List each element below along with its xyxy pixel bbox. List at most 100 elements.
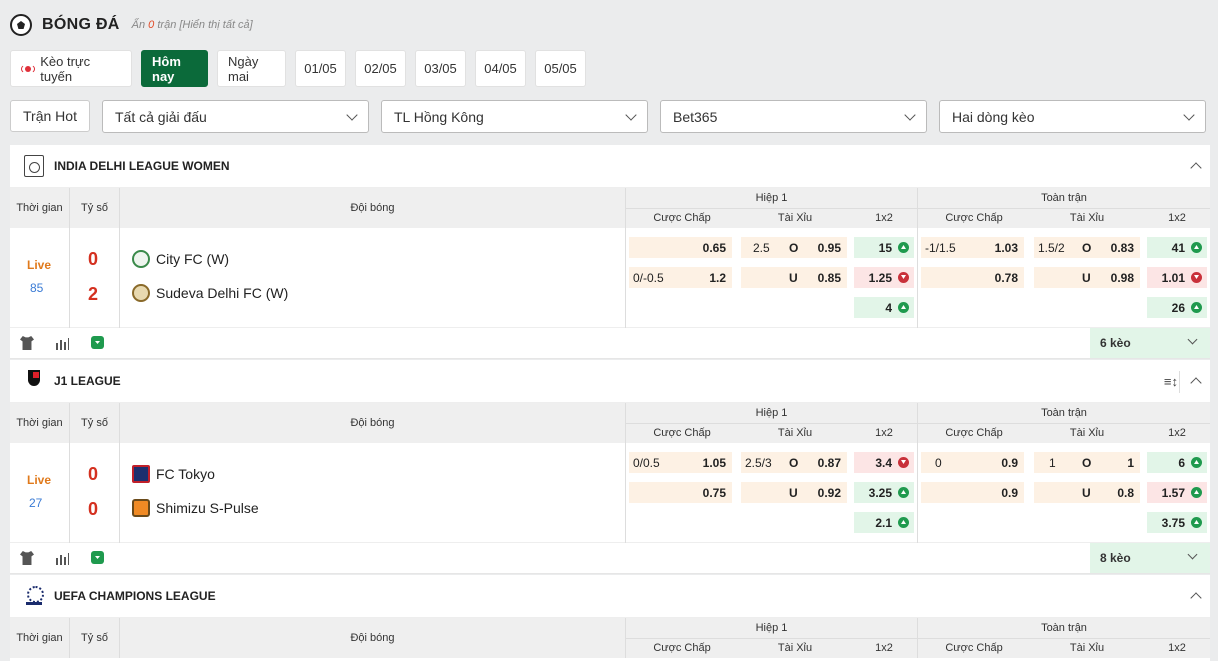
odds-value: 0.95	[817, 240, 841, 255]
expand-box-icon[interactable]	[91, 336, 104, 349]
tab-date-0405[interactable]: 04/05	[475, 50, 526, 87]
odds-cell[interactable]: 1 O 1	[1034, 452, 1140, 473]
odds-cell[interactable]: 2.1	[854, 512, 914, 533]
collapse-icon[interactable]	[1190, 162, 1202, 174]
hidden-prefix: Ẩn	[131, 19, 149, 31]
tab-tomorrow[interactable]: Ngày mai	[217, 50, 286, 87]
collapse-icon[interactable]	[1190, 377, 1202, 389]
match-row[interactable]: Live 27 0 0 FC Tokyo Shimizu S-Pulse 0/0…	[10, 443, 1210, 543]
col-1x2: 1x2	[1168, 212, 1186, 224]
odds-cell[interactable]: 41	[1147, 237, 1207, 258]
odds-cell[interactable]: -1/1.5 1.03	[921, 237, 1024, 258]
odds-cell[interactable]: 15	[854, 237, 914, 258]
col-score: Tỷ số	[81, 417, 108, 429]
tab-date-0505[interactable]: 05/05	[535, 50, 586, 87]
away-team[interactable]: Sudeva Delhi FC (W)	[132, 284, 288, 302]
bookmaker-select[interactable]: Bet365	[660, 100, 927, 133]
league-name: UEFA CHAMPIONS LEAGUE	[54, 589, 216, 603]
odds-cell[interactable]: 1.57	[1147, 482, 1207, 503]
odds-cell[interactable]: 2.5/3 O 0.87	[741, 452, 847, 473]
collapse-icon[interactable]	[1190, 592, 1202, 604]
lines-select[interactable]: Hai dòng kèo	[939, 100, 1206, 133]
more-odds-button[interactable]: 8 kèo	[1090, 543, 1210, 573]
col-half: Hiệp 1	[755, 407, 788, 419]
odds-cell[interactable]: 6	[1147, 452, 1207, 473]
odds-side: O	[1082, 240, 1092, 255]
filter-bar: Trận Hot Tất cả giải đấu TL Hồng Kông Be…	[10, 100, 1206, 133]
more-odds-label: 6 kèo	[1100, 336, 1131, 350]
away-team[interactable]: Shimizu S-Pulse	[132, 499, 259, 517]
league-header[interactable]: UEFA CHAMPIONS LEAGUE	[10, 575, 1210, 618]
chevron-down-icon	[346, 108, 358, 121]
home-team[interactable]: FC Tokyo	[132, 465, 215, 483]
tab-date-0305[interactable]: 03/05	[415, 50, 466, 87]
league-header[interactable]: J1 LEAGUE ≡↕	[10, 360, 1210, 403]
odds-cell[interactable]: 3.75	[1147, 512, 1207, 533]
odds-cell[interactable]: 26	[1147, 297, 1207, 318]
tab-label: 03/05	[424, 61, 457, 76]
odds-cell[interactable]: 3.4	[854, 452, 914, 473]
date-tabs: Kèo trực tuyến Hôm nay Ngày mai 01/05 02…	[10, 50, 586, 87]
more-odds-button[interactable]: 6 kèo	[1090, 328, 1210, 358]
select-value: TL Hồng Kông	[394, 108, 484, 125]
stats-chart-icon[interactable]	[55, 336, 69, 350]
col-1x2: 1x2	[875, 212, 893, 224]
odds-cell[interactable]: 0.78	[921, 267, 1024, 288]
team-logo-icon	[132, 284, 150, 302]
odds-line: -1/1.5	[925, 240, 956, 255]
odds-cell[interactable]: 0/-0.5 1.2	[629, 267, 732, 288]
col-time: Thời gian	[16, 632, 63, 644]
tab-date-0205[interactable]: 02/05	[355, 50, 406, 87]
match-minute: 27	[29, 496, 43, 510]
league-select[interactable]: Tất cả giải đấu	[102, 100, 369, 133]
odds-cell[interactable]: 4	[854, 297, 914, 318]
odds-cell[interactable]: U 0.92	[741, 482, 847, 503]
col-ou: Tài Xỉu	[1069, 427, 1105, 439]
odds-cell[interactable]: 0 0.9	[921, 452, 1024, 473]
team-logo-icon	[132, 499, 150, 517]
odds-line: 2.5/3	[745, 455, 772, 470]
odds-cell[interactable]: U 0.85	[741, 267, 847, 288]
odds-cell[interactable]: 0.9	[921, 482, 1024, 503]
divider	[1179, 371, 1180, 393]
divider	[119, 403, 120, 443]
odds-cell[interactable]: U 0.8	[1034, 482, 1140, 503]
odds-cell[interactable]: 1.01	[1147, 267, 1207, 288]
league-logo-icon	[24, 585, 44, 607]
divider	[69, 228, 70, 328]
col-1x2: 1x2	[875, 427, 893, 439]
odds-side: O	[789, 240, 799, 255]
odds-value: 0.78	[994, 270, 1018, 285]
expand-box-icon[interactable]	[91, 551, 104, 564]
odds-cell[interactable]: 0.75	[629, 482, 732, 503]
column-header: Thời gian Tỷ số Đội bóng Hiệp 1 Toàn trậ…	[10, 403, 1210, 443]
home-team[interactable]: City FC (W)	[132, 250, 229, 268]
col-handicap: Cược Chấp	[945, 212, 1003, 224]
odds-cell[interactable]: 1.25	[854, 267, 914, 288]
match-row[interactable]: Live 85 0 2 City FC (W) Sudeva Delhi FC …	[10, 228, 1210, 328]
arrow-up-icon	[898, 517, 909, 528]
odds-cell[interactable]: 0.65	[629, 237, 732, 258]
hidden-matches-link[interactable]: Ẩn 0 trận [Hiển thị tất cả]	[132, 19, 253, 31]
hot-matches-button[interactable]: Trận Hot	[10, 100, 90, 132]
sort-icon[interactable]: ≡↕	[1164, 374, 1178, 389]
odds-cell[interactable]: 2.5 O 0.95	[741, 237, 847, 258]
column-header: Thời gian Tỷ số Đội bóng Hiệp 1 Toàn trậ…	[10, 618, 1210, 658]
league-header[interactable]: INDIA DELHI LEAGUE WOMEN	[10, 145, 1210, 188]
lineup-shirt-icon[interactable]	[20, 551, 34, 565]
tab-live-odds[interactable]: Kèo trực tuyến	[10, 50, 132, 87]
odds-type-select[interactable]: TL Hồng Kông	[381, 100, 648, 133]
odds-cell[interactable]: 0/0.5 1.05	[629, 452, 732, 473]
stats-chart-icon[interactable]	[55, 551, 69, 565]
league-section: J1 LEAGUE ≡↕ Thời gian Tỷ số Đội bóng Hi…	[10, 360, 1210, 574]
page-header: BÓNG ĐÁ Ẩn 0 trận [Hiển thị tất cả]	[10, 12, 253, 38]
team-name: FC Tokyo	[156, 466, 215, 482]
odds-side: O	[789, 455, 799, 470]
odds-cell[interactable]: U 0.98	[1034, 267, 1140, 288]
tab-date-0105[interactable]: 01/05	[295, 50, 346, 87]
odds-side: U	[789, 270, 798, 285]
lineup-shirt-icon[interactable]	[20, 336, 34, 350]
tab-today[interactable]: Hôm nay	[141, 50, 208, 87]
odds-cell[interactable]: 3.25	[854, 482, 914, 503]
odds-cell[interactable]: 1.5/2 O 0.83	[1034, 237, 1140, 258]
